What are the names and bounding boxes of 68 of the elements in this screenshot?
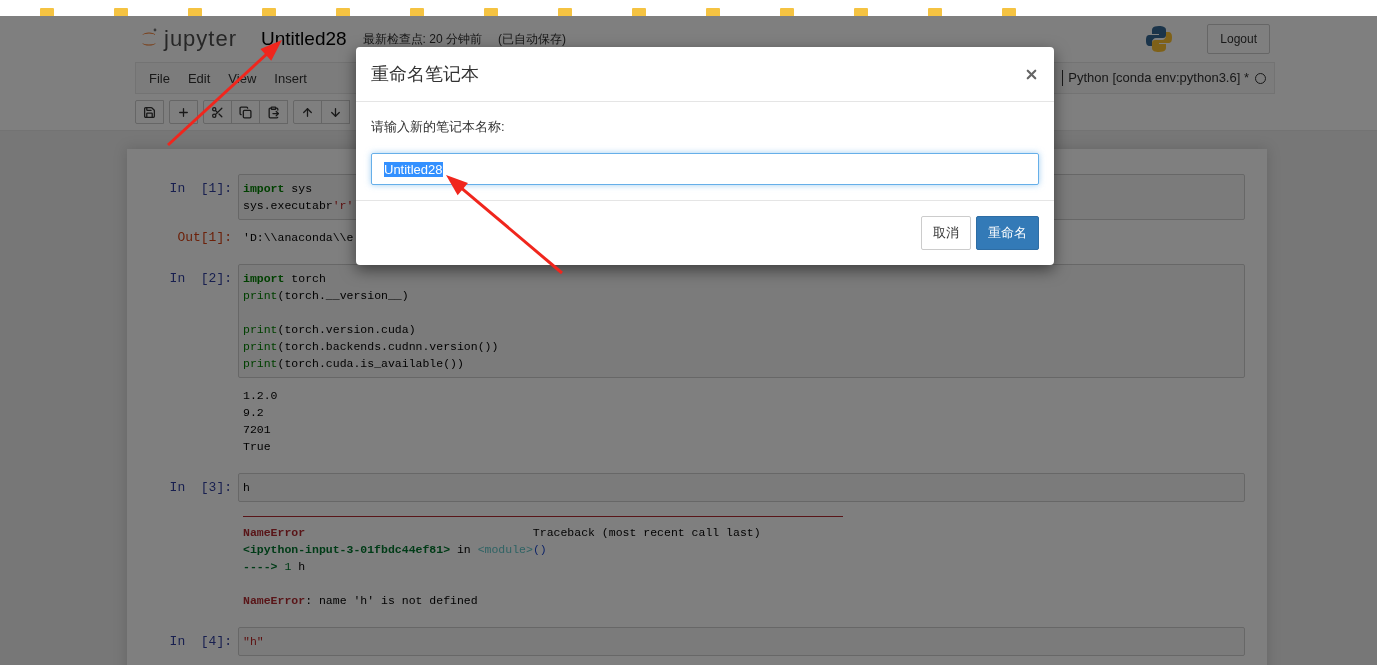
code-line: NameError: name 'h' is not defined	[243, 593, 478, 609]
code-input-cell[interactable]: h	[238, 473, 1245, 502]
code-input-cell[interactable]: import torch print(torch.__version__) print(torch.version.cuda) print(torch.backends.cudnn.version()) print(torch.cuda.is_available())	[238, 264, 1245, 378]
code-line: <ipython-input-3-01fbdc44ef81> in <module>()	[243, 542, 547, 558]
cell-prompt: In [2]:	[169, 271, 232, 286]
folder-icon[interactable]	[114, 8, 128, 16]
menu-item[interactable]: Insert	[265, 70, 316, 86]
name-input-field[interactable]: Untitled28	[371, 153, 1039, 185]
folder-icon[interactable]	[40, 8, 54, 16]
folder-icon[interactable]	[410, 8, 424, 16]
folder-icon[interactable]	[854, 8, 868, 16]
cancel-button[interactable]: 取消	[921, 216, 971, 250]
cell-prompt: In [4]:	[169, 634, 232, 649]
menu-item[interactable]: Edit	[178, 70, 220, 86]
folder-icon[interactable]	[188, 8, 202, 16]
code-line: import sys	[243, 181, 313, 197]
logo-text: jupyter	[164, 26, 238, 52]
toolbar-button[interactable]	[169, 100, 198, 124]
logout-button[interactable]: Logout	[1207, 24, 1270, 54]
code-line: 9.2	[243, 405, 264, 421]
folder-icon[interactable]	[928, 8, 942, 16]
code-line: print(torch.__version__)	[243, 288, 409, 304]
field-label: 请输入新的笔记本名称:	[371, 118, 506, 136]
scissors-icon	[211, 105, 224, 119]
code-line: h	[243, 480, 250, 496]
cell-prompt: In [1]:	[169, 181, 232, 196]
code-line: True	[243, 439, 271, 455]
toolbar-button[interactable]	[259, 100, 288, 124]
notebook-title[interactable]: Untitled28	[261, 28, 347, 50]
save-icon	[143, 105, 156, 119]
code-input-cell[interactable]: "h"	[238, 627, 1245, 656]
cell-prompt: Out[1]:	[177, 230, 232, 245]
toolbar-button[interactable]	[321, 100, 350, 124]
checkpoint-text: 最新检查点: 20 分钟前	[362, 30, 482, 48]
menu-item[interactable]: File	[140, 70, 179, 86]
copy-icon	[239, 105, 252, 119]
arrow-up-icon	[301, 105, 314, 119]
arrow-down-icon	[329, 105, 342, 119]
folder-icon[interactable]	[262, 8, 276, 16]
folder-icon[interactable]	[706, 8, 720, 16]
code-line: "h"	[243, 634, 264, 650]
code-line: NameError Traceback (most recent call last)	[243, 525, 761, 541]
code-line: 1.2.0	[243, 388, 278, 404]
toolbar-button[interactable]	[231, 100, 260, 124]
folder-icon[interactable]	[1002, 8, 1016, 16]
toolbar-button[interactable]	[293, 100, 322, 124]
toolbar-button[interactable]	[135, 100, 164, 124]
python-logo-icon	[1145, 25, 1174, 53]
folder-icon[interactable]	[558, 8, 572, 16]
rename-button[interactable]: 重命名	[976, 216, 1039, 250]
folder-icon[interactable]	[632, 8, 646, 16]
folder-icon[interactable]	[780, 8, 794, 16]
dialog-title: 重命名笔记本	[371, 63, 479, 86]
folder-icon[interactable]	[484, 8, 498, 16]
plus-icon	[177, 105, 190, 119]
code-line: sys.executabr'r'	[243, 198, 354, 214]
code-line: 'D:\\anaconda\\e	[243, 230, 354, 246]
code-line: print(torch.backends.cudnn.version())	[243, 339, 499, 355]
code-line: ----> 1 h	[243, 559, 306, 575]
code-line: import torch	[243, 271, 326, 287]
paste-icon	[267, 105, 280, 119]
cell-prompt: In [3]:	[169, 480, 232, 495]
code-line: print(torch.cuda.is_available())	[243, 356, 464, 372]
code-line: print(torch.version.cuda)	[243, 322, 416, 338]
autosave-text: (已自动保存)	[497, 30, 566, 48]
kernel-name: Python [conda env:python3.6] *	[1062, 70, 1249, 86]
code-line: 7201	[243, 422, 271, 438]
folder-icon[interactable]	[336, 8, 350, 16]
